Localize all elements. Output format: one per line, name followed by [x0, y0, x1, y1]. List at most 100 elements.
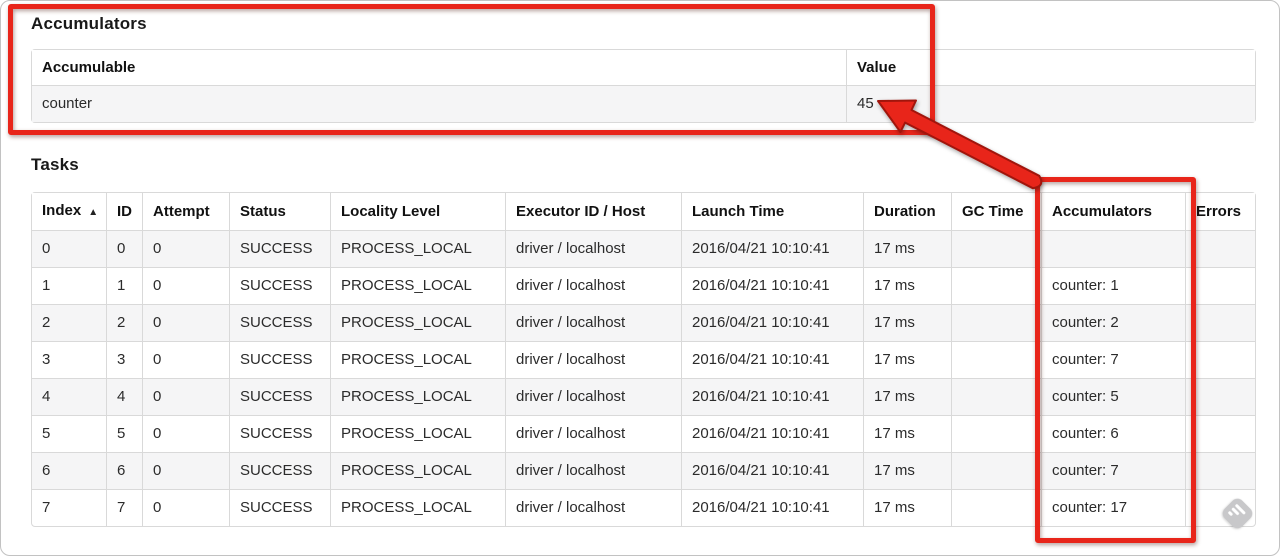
task-cell-locality-level: PROCESS_LOCAL	[331, 305, 506, 342]
task-cell-gc-time	[952, 305, 1042, 342]
tasks-column-header-locality-level[interactable]: Locality Level	[331, 193, 506, 231]
task-row: 3 3 0 SUCCESS PROCESS_LOCAL driver / localhos…	[32, 342, 1255, 379]
task-cell-duration: 17 ms	[864, 490, 952, 526]
tasks-column-header-gc-time[interactable]: GC Time	[952, 193, 1042, 231]
task-cell-gc-time	[952, 453, 1042, 490]
task-cell-executor-id-host: driver / localhost	[506, 268, 682, 305]
task-cell-gc-time	[952, 379, 1042, 416]
task-cell-duration: 17 ms	[864, 379, 952, 416]
task-cell-id: 6	[107, 453, 143, 490]
task-cell-index: 5	[32, 416, 107, 453]
task-cell-executor-id-host: driver / localhost	[506, 490, 682, 526]
tasks-table: Index ▲ ID Attempt Status Locality Level Execu…	[31, 192, 1256, 527]
task-cell-attempt: 0	[143, 490, 230, 526]
task-cell-attempt: 0	[143, 453, 230, 490]
task-cell-executor-id-host: driver / localhost	[506, 379, 682, 416]
task-cell-launch-time: 2016/04/21 10:10:41	[682, 305, 864, 342]
task-cell-executor-id-host: driver / localhost	[506, 416, 682, 453]
task-cell-locality-level: PROCESS_LOCAL	[331, 453, 506, 490]
task-cell-status: SUCCESS	[230, 268, 331, 305]
task-cell-status: SUCCESS	[230, 231, 331, 268]
tasks-column-header-id[interactable]: ID	[107, 193, 143, 231]
task-cell-id: 7	[107, 490, 143, 526]
task-cell-launch-time: 2016/04/21 10:10:41	[682, 379, 864, 416]
tasks-column-header-errors[interactable]: Errors	[1186, 193, 1255, 231]
task-cell-gc-time	[952, 490, 1042, 526]
task-cell-attempt: 0	[143, 342, 230, 379]
tasks-column-header-duration[interactable]: Duration	[864, 193, 952, 231]
task-cell-attempt: 0	[143, 268, 230, 305]
tasks-column-header-index[interactable]: Index ▲	[32, 193, 107, 231]
task-cell-errors	[1186, 342, 1255, 379]
tasks-table-body: 0 0 0 SUCCESS PROCESS_LOCAL driver / localhos…	[32, 231, 1255, 526]
task-cell-index: 2	[32, 305, 107, 342]
task-cell-id: 2	[107, 305, 143, 342]
task-cell-status: SUCCESS	[230, 305, 331, 342]
task-cell-executor-id-host: driver / localhost	[506, 453, 682, 490]
tasks-header-row: Index ▲ ID Attempt Status Locality Level Execu…	[32, 193, 1255, 231]
tasks-column-header-attempt[interactable]: Attempt	[143, 193, 230, 231]
task-cell-errors	[1186, 305, 1255, 342]
task-cell-id: 4	[107, 379, 143, 416]
task-cell-gc-time	[952, 231, 1042, 268]
task-cell-duration: 17 ms	[864, 416, 952, 453]
task-cell-errors	[1186, 453, 1255, 490]
accumulator-row: counter 45	[32, 86, 1255, 122]
task-cell-locality-level: PROCESS_LOCAL	[331, 342, 506, 379]
task-cell-id: 3	[107, 342, 143, 379]
task-row: 7 7 0 SUCCESS PROCESS_LOCAL driver / localhos…	[32, 490, 1255, 526]
task-row: 0 0 0 SUCCESS PROCESS_LOCAL driver / localhos…	[32, 231, 1255, 268]
task-row: 2 2 0 SUCCESS PROCESS_LOCAL driver / localhos…	[32, 305, 1255, 342]
task-cell-accumulators: counter: 17	[1042, 490, 1186, 526]
task-cell-launch-time: 2016/04/21 10:10:41	[682, 416, 864, 453]
task-cell-launch-time: 2016/04/21 10:10:41	[682, 342, 864, 379]
task-cell-status: SUCCESS	[230, 490, 331, 526]
task-cell-index: 3	[32, 342, 107, 379]
task-cell-locality-level: PROCESS_LOCAL	[331, 268, 506, 305]
accumulators-header-row: Accumulable Value	[32, 50, 1255, 86]
task-cell-launch-time: 2016/04/21 10:10:41	[682, 268, 864, 305]
task-cell-index: 0	[32, 231, 107, 268]
task-cell-errors	[1186, 268, 1255, 305]
task-cell-accumulators: counter: 2	[1042, 305, 1186, 342]
task-cell-launch-time: 2016/04/21 10:10:41	[682, 453, 864, 490]
task-cell-accumulators: counter: 6	[1042, 416, 1186, 453]
task-cell-executor-id-host: driver / localhost	[506, 231, 682, 268]
value-column-header[interactable]: Value	[847, 50, 1255, 86]
task-cell-index: 4	[32, 379, 107, 416]
task-cell-gc-time	[952, 342, 1042, 379]
accumulable-name-cell: counter	[32, 86, 847, 122]
tasks-section-heading: Tasks	[31, 155, 79, 174]
accumulable-value-cell: 45	[857, 95, 874, 112]
tasks-column-header-status[interactable]: Status	[230, 193, 331, 231]
task-cell-attempt: 0	[143, 416, 230, 453]
task-row: 4 4 0 SUCCESS PROCESS_LOCAL driver / localhos…	[32, 379, 1255, 416]
task-row: 6 6 0 SUCCESS PROCESS_LOCAL driver / localhos…	[32, 453, 1255, 490]
task-cell-attempt: 0	[143, 305, 230, 342]
task-cell-accumulators: counter: 1	[1042, 268, 1186, 305]
task-row: 1 1 0 SUCCESS PROCESS_LOCAL driver / localhos…	[32, 268, 1255, 305]
tasks-column-header-executor-id-host[interactable]: Executor ID / Host	[506, 193, 682, 231]
task-cell-launch-time: 2016/04/21 10:10:41	[682, 231, 864, 268]
task-cell-duration: 17 ms	[864, 305, 952, 342]
accumulators-table: Accumulable Value counter 45	[31, 49, 1256, 123]
task-cell-index: 6	[32, 453, 107, 490]
task-cell-id: 5	[107, 416, 143, 453]
task-cell-duration: 17 ms	[864, 453, 952, 490]
task-cell-errors	[1186, 379, 1255, 416]
accumulators-section-heading: Accumulators	[31, 14, 147, 33]
tasks-column-header-launch-time[interactable]: Launch Time	[682, 193, 864, 231]
tasks-column-header-accumulators[interactable]: Accumulators	[1042, 193, 1186, 231]
task-cell-locality-level: PROCESS_LOCAL	[331, 490, 506, 526]
spark-ui-stage-page: Accumulators Accumulable Value counter 4…	[0, 0, 1280, 556]
task-cell-duration: 17 ms	[864, 342, 952, 379]
accumulable-column-header[interactable]: Accumulable	[32, 50, 847, 86]
task-cell-gc-time	[952, 416, 1042, 453]
page-content: Accumulators Accumulable Value counter 4…	[1, 1, 1279, 527]
task-cell-accumulators: counter: 7	[1042, 453, 1186, 490]
task-cell-launch-time: 2016/04/21 10:10:41	[682, 490, 864, 526]
task-cell-locality-level: PROCESS_LOCAL	[331, 416, 506, 453]
task-cell-attempt: 0	[143, 231, 230, 268]
task-cell-index: 7	[32, 490, 107, 526]
task-cell-accumulators: counter: 7	[1042, 342, 1186, 379]
